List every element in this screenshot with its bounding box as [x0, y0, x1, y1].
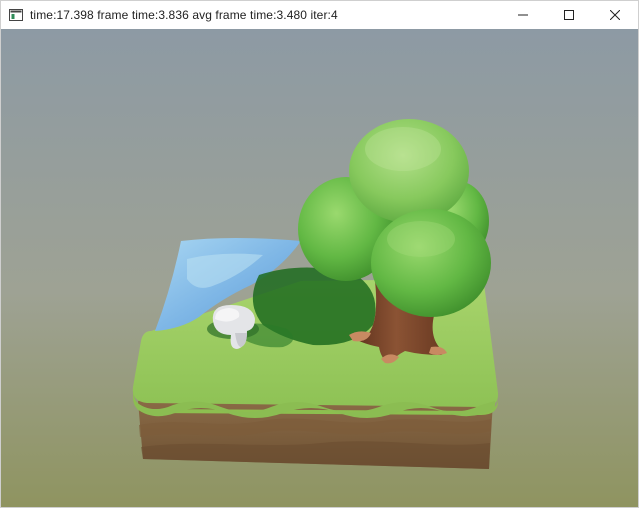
maximize-button[interactable] [546, 1, 592, 29]
app-window: time:17.398 frame time:3.836 avg frame t… [0, 0, 639, 508]
minimize-icon [518, 14, 528, 16]
render-viewport[interactable] [1, 29, 638, 507]
minimize-button[interactable] [500, 1, 546, 29]
scene-canvas [1, 29, 638, 507]
app-icon [8, 7, 24, 23]
title-bar[interactable]: time:17.398 frame time:3.836 avg frame t… [1, 1, 638, 29]
window-title: time:17.398 frame time:3.836 avg frame t… [30, 8, 338, 22]
window-controls [500, 1, 638, 29]
close-button[interactable] [592, 1, 638, 29]
maximize-icon [564, 10, 574, 20]
close-icon [610, 10, 620, 20]
